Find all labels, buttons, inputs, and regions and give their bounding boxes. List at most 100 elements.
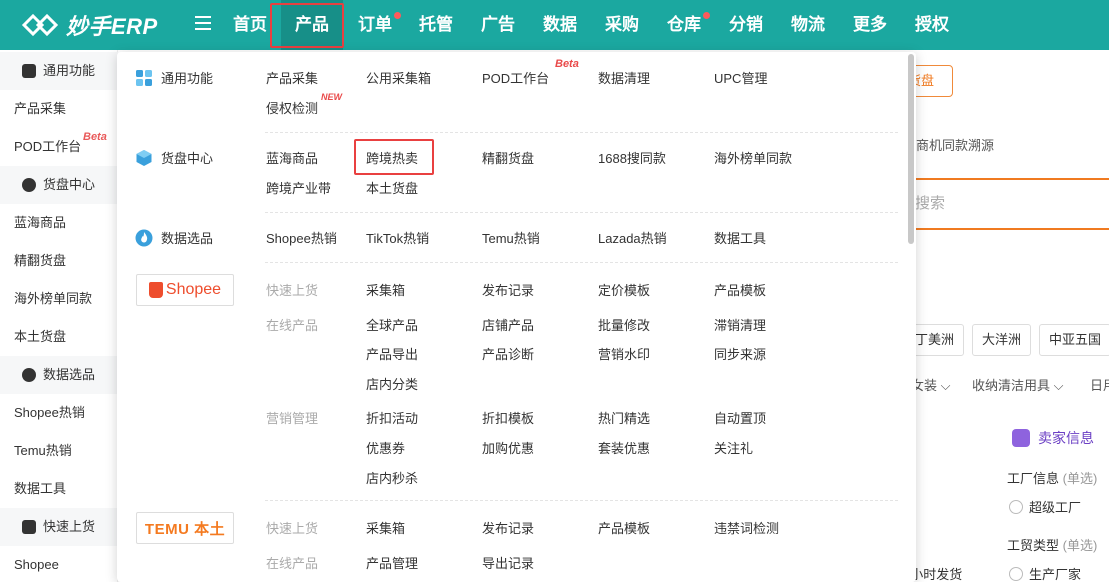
menu-item-product-management[interactable]: 产品管理 (366, 553, 418, 572)
manufacturer-radio[interactable]: 生产厂家 (1009, 564, 1081, 582)
menu-item-export-log[interactable]: 导出记录 (482, 553, 534, 572)
nav-data[interactable]: 数据 (540, 0, 580, 50)
nav-orders[interactable]: 订单 (355, 0, 401, 50)
menu-item-slow-cleanup[interactable]: 滞销清理 (714, 315, 766, 334)
sidebar-item-label: POD工作台 (14, 139, 82, 154)
menu-item-publish-log[interactable]: 发布记录 (482, 280, 534, 299)
sidebar-item-shopee-hot[interactable]: Shopee热销 (0, 394, 118, 432)
nav-purchase[interactable]: 采购 (602, 0, 642, 50)
menu-item-tiktok-hot[interactable]: TikTok热销 (366, 228, 429, 247)
sidebar-section-quick-list[interactable]: 快速上货 (0, 508, 118, 546)
factory-info-hint: (单选) (1062, 471, 1098, 486)
menu-item-coupon[interactable]: 优惠券 (366, 438, 405, 457)
region-oceania[interactable]: 大洋洲 (972, 324, 1031, 356)
menu-item-discount-template[interactable]: 折扣模板 (482, 408, 534, 427)
nav-home[interactable]: 首页 (226, 0, 274, 50)
radio-button[interactable] (1009, 500, 1023, 514)
menu-item-discount-activity[interactable]: 折扣活动 (366, 408, 418, 427)
menu-item-data-clean[interactable]: 数据清理 (598, 68, 650, 87)
menu-item-collect-box[interactable]: 采集箱 (366, 280, 405, 299)
menu-item-industry-belt[interactable]: 跨境产业带 (266, 178, 331, 197)
logo-icon (21, 13, 59, 37)
search-input[interactable]: 搜索 (895, 178, 1109, 230)
menu-item-temu-hot[interactable]: Temu热销 (482, 228, 540, 247)
menu-toggle-icon[interactable] (195, 16, 211, 34)
sidebar-item-refined[interactable]: 精翻货盘 (0, 242, 118, 280)
menu-item-shop-products[interactable]: 店铺产品 (482, 315, 534, 334)
menu-item-upc[interactable]: UPC管理 (714, 68, 767, 87)
menu-item-pricing-template[interactable]: 定价模板 (598, 280, 650, 299)
section-data: 数据选品 (135, 228, 213, 247)
sidebar-section-label: 通用功能 (43, 63, 96, 78)
region-central-asia[interactable]: 中亚五国 (1039, 324, 1109, 356)
menu-item-publish-log[interactable]: 发布记录 (482, 518, 534, 537)
category-daily[interactable]: 日用 (1090, 375, 1109, 394)
menu-scrollbar[interactable] (908, 54, 914, 244)
menu-item-flash-sale[interactable]: 店内秒杀 (366, 468, 418, 487)
menu-item-refined[interactable]: 精翻货盘 (482, 148, 534, 167)
menu-item-shop-category[interactable]: 店内分类 (366, 374, 418, 393)
nav-ads[interactable]: 广告 (478, 0, 518, 50)
factory-info-label: 工厂信息 (单选) (1007, 468, 1097, 487)
menu-item-auto-bump[interactable]: 自动置顶 (714, 408, 766, 427)
nav-authorize[interactable]: 授权 (912, 0, 952, 50)
menu-item-product-template[interactable]: 产品模板 (598, 518, 650, 537)
menu-item-product-export[interactable]: 产品导出 (366, 344, 418, 363)
sidebar-item-overseas-rank[interactable]: 海外榜单同款 (0, 280, 118, 318)
menu-item-sync-source[interactable]: 同步来源 (714, 344, 766, 363)
sidebar-item-temu-hot[interactable]: Temu热销 (0, 432, 118, 470)
menu-item-bundle-deal[interactable]: 套装优惠 (598, 438, 650, 457)
menu-item-add-on-deal[interactable]: 加购优惠 (482, 438, 534, 457)
subsection-marketing: 营销管理 (266, 411, 319, 426)
category-storage[interactable]: 收纳清洁用具 ⌵ (972, 375, 1063, 394)
super-factory-radio[interactable]: 超级工厂 (1009, 497, 1081, 516)
nav-logistics[interactable]: 物流 (788, 0, 828, 50)
beta-badge: Beta (555, 58, 579, 70)
grid-icon (136, 69, 152, 86)
menu-item-product-collect[interactable]: 产品采集 (266, 68, 318, 87)
notification-dot (703, 12, 710, 19)
menu-item-cross-border-hot[interactable]: 跨境热卖 (366, 148, 418, 167)
sidebar-section-general[interactable]: 通用功能 (0, 52, 118, 90)
sidebar-item-pod[interactable]: POD工作台 Beta (0, 128, 118, 166)
menu-item-shopee-hot[interactable]: Shopee热销 (266, 228, 337, 247)
menu-item-watermark[interactable]: 营销水印 (598, 344, 650, 363)
subsection-online-products: 在线产品 (266, 318, 319, 333)
menu-item-collect-box[interactable]: 采集箱 (366, 518, 405, 537)
nav-products[interactable]: 产品 (281, 0, 343, 50)
menu-item-global-products[interactable]: 全球产品 (366, 315, 418, 334)
menu-item-blue-ocean[interactable]: 蓝海商品 (266, 148, 318, 167)
category-women[interactable]: 女装 ⌵ (911, 375, 950, 394)
nav-hosting[interactable]: 托管 (416, 0, 456, 50)
shopee-logo-text: Shopee (165, 281, 222, 298)
sidebar-item-data-tools[interactable]: 数据工具 (0, 470, 118, 508)
sidebar-item-local-pallet[interactable]: 本土货盘 (0, 318, 118, 356)
nav-orders-label: 订单 (358, 15, 392, 34)
nav-distribution[interactable]: 分销 (726, 0, 766, 50)
menu-item-follow-prize[interactable]: 关注礼 (714, 438, 753, 457)
menu-item-local-pallet[interactable]: 本土货盘 (366, 178, 418, 197)
menu-item-product-template[interactable]: 产品模板 (714, 280, 766, 299)
menu-item-1688-search[interactable]: 1688搜同款 (598, 148, 666, 167)
seller-icon (1012, 429, 1030, 447)
menu-item-data-tools[interactable]: 数据工具 (714, 228, 766, 247)
menu-item-public-box[interactable]: 公用采集箱 (366, 68, 431, 87)
menu-item-pod[interactable]: POD工作台 (482, 68, 549, 87)
sidebar-section-pallet[interactable]: 货盘中心 (0, 166, 118, 204)
menu-item-banned-words[interactable]: 违禁词检测 (714, 518, 779, 537)
nav-more[interactable]: 更多 (850, 0, 890, 50)
app-logo[interactable]: 妙手ERP (20, 8, 158, 42)
sidebar-section-data[interactable]: 数据选品 (0, 356, 118, 394)
radio-button[interactable] (1009, 567, 1023, 581)
menu-item-hot-picks[interactable]: 热门精选 (598, 408, 650, 427)
trade-type-text: 工贸类型 (1007, 538, 1060, 553)
menu-item-infringement[interactable]: 侵权检测 (266, 98, 318, 117)
seller-info-label: 卖家信息 (1038, 430, 1094, 446)
sidebar-item-shopee[interactable]: Shopee (0, 546, 118, 582)
nav-warehouse[interactable]: 仓库 (664, 0, 710, 50)
menu-item-lazada-hot[interactable]: Lazada热销 (598, 228, 667, 247)
menu-item-overseas-rank[interactable]: 海外榜单同款 (714, 148, 792, 167)
sidebar-item-blue-ocean[interactable]: 蓝海商品 (0, 204, 118, 242)
menu-item-product-diagnosis[interactable]: 产品诊断 (482, 344, 534, 363)
menu-item-bulk-edit[interactable]: 批量修改 (598, 315, 650, 334)
